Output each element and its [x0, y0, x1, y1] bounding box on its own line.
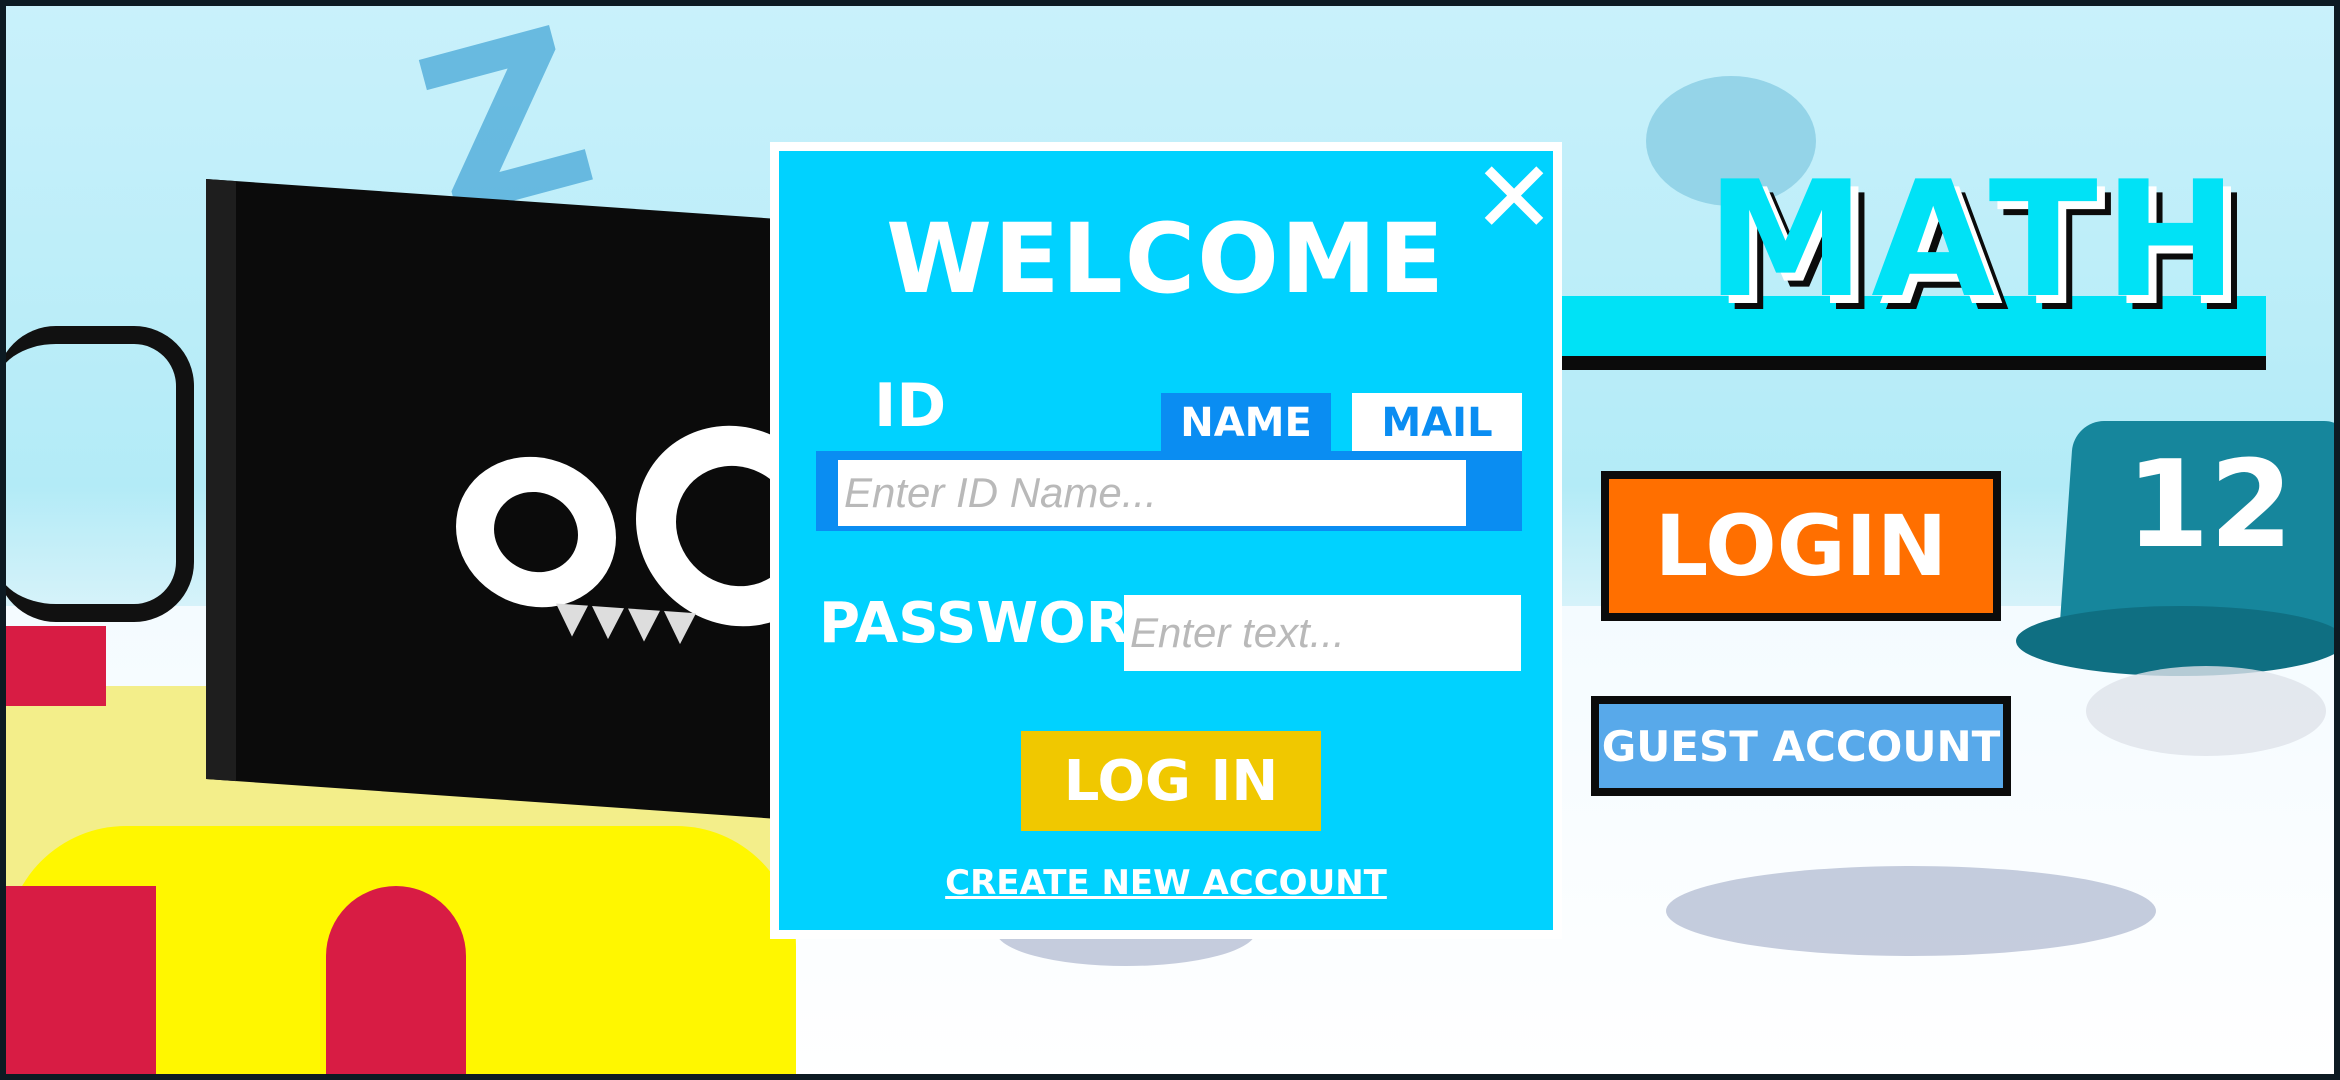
- login-button[interactable]: LOGIN: [1601, 471, 2001, 621]
- id-name-input[interactable]: [838, 460, 1466, 526]
- drum-stripe: [326, 886, 466, 1074]
- guest-account-button[interactable]: GUEST ACCOUNT: [1591, 696, 2011, 796]
- tab-name[interactable]: NAME: [1161, 393, 1331, 453]
- monster-teeth: [556, 603, 700, 649]
- top-hat-brim: [2016, 606, 2334, 676]
- game-title: MATH: [1706, 146, 2244, 333]
- password-input[interactable]: [1124, 595, 1521, 671]
- floor-shadow: [1666, 866, 2156, 956]
- red-post: [6, 626, 106, 706]
- hat-number: 12: [2126, 436, 2293, 575]
- id-label: ID: [874, 371, 947, 441]
- yellow-drum: [6, 826, 796, 1074]
- log-in-button[interactable]: LOG IN: [1021, 731, 1321, 831]
- black-cube-monster: [206, 178, 836, 824]
- monster-tail: [6, 326, 194, 622]
- tab-mail[interactable]: MAIL: [1352, 393, 1522, 453]
- create-new-account-link[interactable]: CREATE NEW ACCOUNT: [779, 863, 1553, 903]
- drum-stripe: [6, 886, 156, 1074]
- monster-pupil: [494, 489, 578, 575]
- password-label: PASSWORD: [819, 591, 1176, 656]
- welcome-login-dialog: ✕ WELCOME ID NAME MAIL PASSWORD LOG IN C…: [770, 142, 1562, 939]
- hat-shadow: [2086, 666, 2326, 756]
- monster-eye-left: [456, 451, 616, 613]
- dialog-title: WELCOME: [886, 203, 1446, 315]
